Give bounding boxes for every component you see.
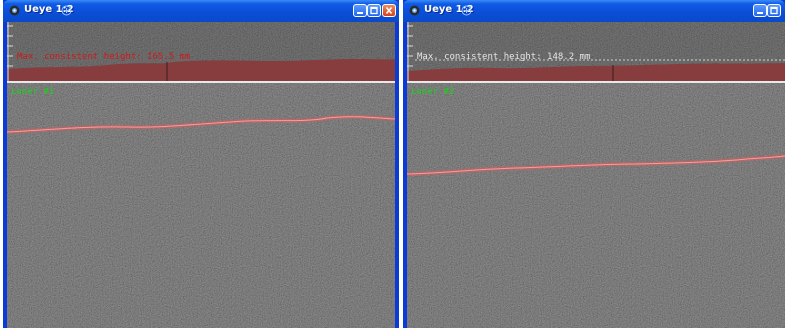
maximize-icon [770, 6, 778, 15]
camera-window-2: Ueye 1:2 Max. consistent height: 148.2 m… [403, 0, 785, 328]
laser-line [7, 115, 395, 134]
minimize-icon [757, 12, 763, 14]
minimize-icon [357, 12, 363, 14]
maximize-button[interactable] [367, 4, 381, 17]
close-icon [385, 6, 393, 15]
minimize-button[interactable] [753, 4, 767, 17]
window-titlebar[interactable]: Ueye 1:2 [403, 0, 785, 22]
title-sub-icon [461, 5, 472, 16]
camera-view: Max. consistent height: 148.2 mm Laser #… [407, 22, 785, 328]
app-icon [9, 5, 20, 16]
close-button[interactable] [382, 4, 396, 17]
minimize-button[interactable] [353, 4, 367, 17]
maximize-icon [370, 6, 378, 15]
app-icon [409, 5, 420, 16]
camera-view: Max. consistent height: 165.5 mm Laser #… [7, 22, 395, 328]
window-titlebar[interactable]: Ueye 1:2 [3, 0, 399, 22]
camera-window-1: Ueye 1:2 Max. consistent height: 165.5 m… [3, 0, 399, 328]
laser-line [407, 154, 785, 176]
maximize-button[interactable] [767, 4, 781, 17]
title-sub-icon [61, 5, 72, 16]
